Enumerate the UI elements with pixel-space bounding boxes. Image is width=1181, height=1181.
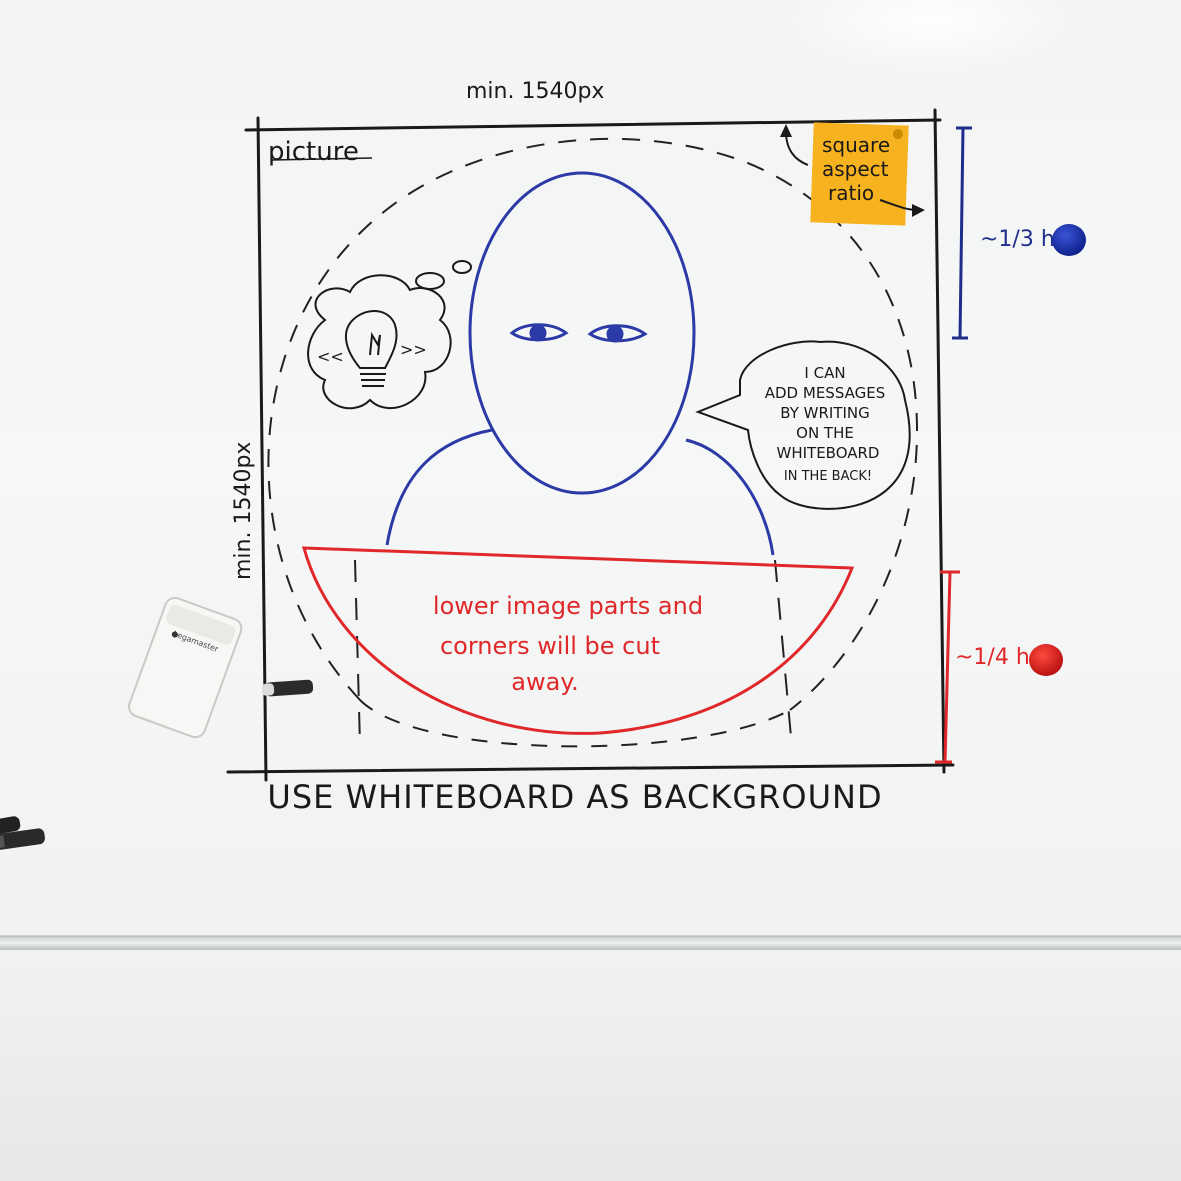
speech-bubble-text: I CAN ADD MESSAGES BY WRITING ON THE WHI…	[765, 364, 886, 484]
thought-bubble	[307, 260, 472, 410]
marker	[261, 679, 314, 697]
speech-line: ON THE	[796, 424, 854, 442]
whiteboard-drawing: min. 1540px min. 1540px picture << >> I …	[0, 0, 1181, 1181]
eraser: Legamaster	[128, 596, 243, 739]
lower-measure-label: ~1/4 h	[955, 645, 1030, 670]
markers-left	[0, 816, 45, 851]
blue-magnet	[1052, 224, 1086, 256]
red-magnet	[1029, 644, 1063, 676]
whiteboard-photo: min. 1540px min. 1540px picture << >> I …	[0, 0, 1181, 1181]
red-zone-line: corners will be cut	[440, 632, 660, 660]
sticky-note: square aspect ratio	[810, 122, 909, 226]
side-dimension-label: min. 1540px	[231, 442, 256, 580]
speech-line: WHITEBOARD	[777, 444, 880, 462]
dashed-guide-left	[354, 559, 361, 746]
light-glare	[780, 0, 1080, 75]
sticky-line: aspect	[822, 157, 889, 181]
thought-left-mark: <<	[317, 347, 344, 366]
footer-text: USE WHITEBOARD AS BACKGROUND	[267, 778, 882, 816]
sticky-line: ratio	[828, 181, 874, 205]
person-drawing	[385, 171, 775, 556]
person-shoulders	[385, 428, 493, 546]
person-head	[468, 171, 696, 495]
speech-line: I CAN	[804, 364, 845, 382]
upper-measure	[952, 126, 972, 340]
lightbulb-icon	[345, 309, 398, 387]
red-zone-line: lower image parts and	[433, 592, 703, 620]
top-dimension-label: min. 1540px	[466, 79, 604, 104]
speech-line: ADD MESSAGES	[765, 384, 886, 402]
sticky-line: square	[822, 133, 890, 157]
thought-right-mark: >>	[400, 340, 427, 359]
upper-measure-label: ~1/3 h	[980, 227, 1055, 252]
picture-label: picture	[268, 137, 359, 167]
dashed-guide-right	[774, 559, 793, 749]
marker-tray	[0, 936, 1181, 950]
speech-line: BY WRITING	[780, 404, 870, 422]
speech-line: IN THE BACK!	[784, 469, 872, 484]
wall-below-board	[0, 948, 1181, 1181]
red-zone-line: away.	[511, 668, 578, 696]
red-zone-text: lower image parts and corners will be cu…	[433, 592, 703, 696]
